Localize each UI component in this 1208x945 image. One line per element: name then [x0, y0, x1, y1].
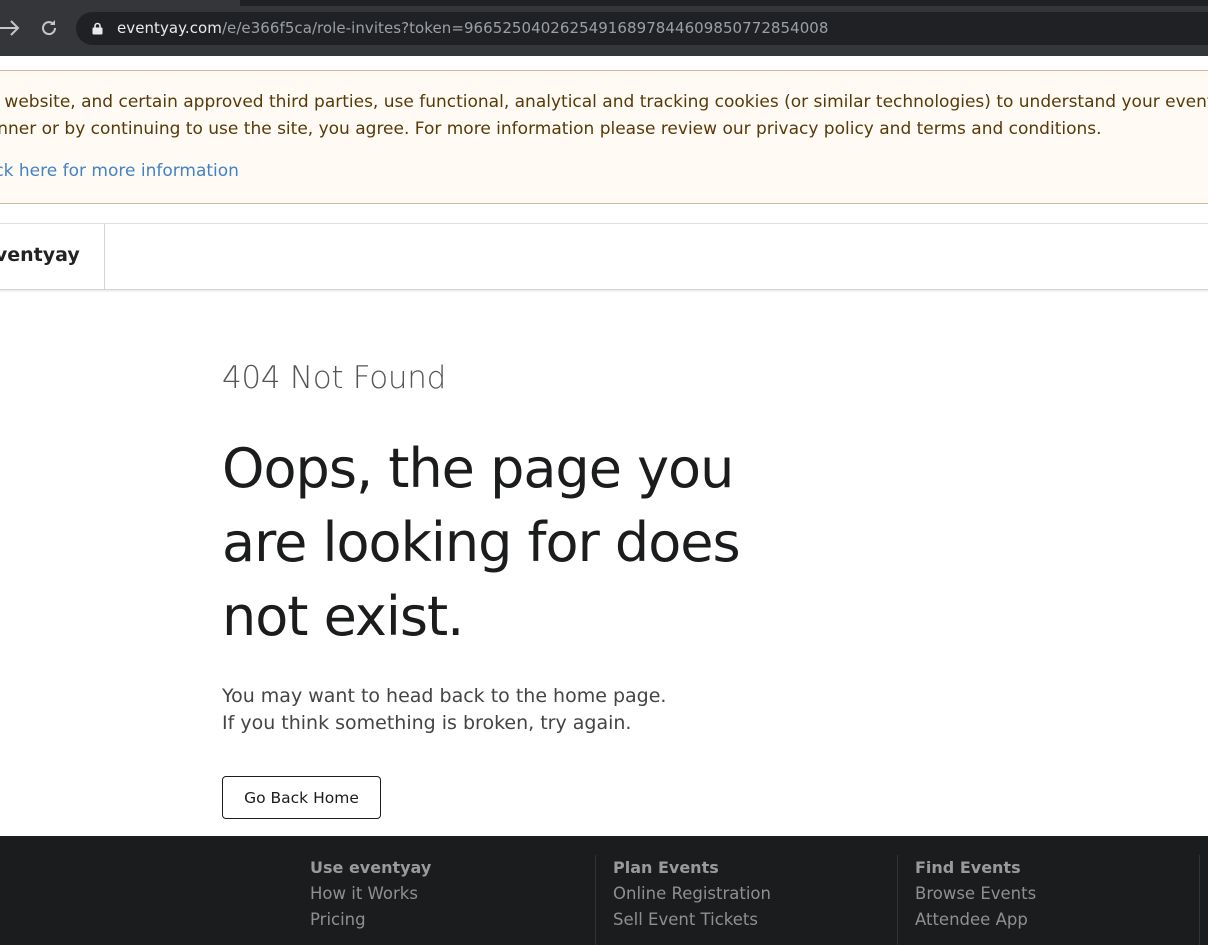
footer-heading: Plan Events: [613, 858, 719, 877]
browser-toolbar: eventyay.com/e/e366f5ca/role-invites?tok…: [0, 0, 1208, 56]
footer-link-pricing[interactable]: Pricing: [310, 907, 431, 933]
error-title: Oops, the page you are looking for does …: [222, 437, 741, 648]
brand-logo[interactable]: eventyay: [0, 224, 105, 290]
cookie-text-line-2: banner or by continuing to use the site,…: [0, 119, 1102, 139]
cookie-banner: this website, and certain approved third…: [0, 70, 1208, 204]
footer-column-divider: [1199, 855, 1208, 945]
footer-heading: Find Events: [915, 858, 1021, 877]
url-host: eventyay.com: [117, 19, 222, 37]
error-message-line-2: If you think something is broken, try ag…: [222, 712, 632, 734]
error-message: You may want to head back to the home pa…: [222, 683, 666, 737]
address-url: eventyay.com/e/e366f5ca/role-invites?tok…: [117, 20, 829, 37]
footer-link-online-registration[interactable]: Online Registration: [613, 881, 771, 907]
error-code: 404 Not Found: [222, 360, 446, 396]
error-message-line-1: You may want to head back to the home pa…: [222, 685, 667, 707]
footer-column-use-eventyay: Use eventyay How it Works Pricing: [310, 855, 431, 945]
url-path: /e/e366f5ca/role-invites?token=966525040…: [221, 19, 829, 37]
footer-column-plan-events: Plan Events Online Registration Sell Eve…: [595, 855, 771, 945]
cookie-more-info-link[interactable]: Click here for more information: [0, 161, 239, 181]
tab-strip: [240, 0, 1208, 6]
brand-name: eventyay: [0, 244, 80, 266]
top-navbar: eventyay: [0, 223, 1208, 290]
footer-link-browse-events[interactable]: Browse Events: [915, 881, 1036, 907]
footer-link-sell-event-tickets[interactable]: Sell Event Tickets: [613, 907, 771, 933]
forward-arrow-icon[interactable]: [0, 17, 22, 39]
footer-link-how-it-works[interactable]: How it Works: [310, 881, 431, 907]
go-back-home-button[interactable]: Go Back Home: [222, 776, 381, 819]
footer-column-find-events: Find Events Browse Events Attendee App: [897, 855, 1036, 945]
reload-icon[interactable]: [38, 17, 60, 39]
cookie-text-line-1: this website, and certain approved third…: [0, 92, 1208, 112]
footer-heading: Use eventyay: [310, 858, 432, 877]
footer: Use eventyay How it Works Pricing Plan E…: [0, 836, 1208, 945]
address-bar[interactable]: eventyay.com/e/e366f5ca/role-invites?tok…: [76, 12, 1208, 45]
lock-icon: [92, 22, 103, 35]
footer-link-attendee-app[interactable]: Attendee App: [915, 907, 1036, 933]
